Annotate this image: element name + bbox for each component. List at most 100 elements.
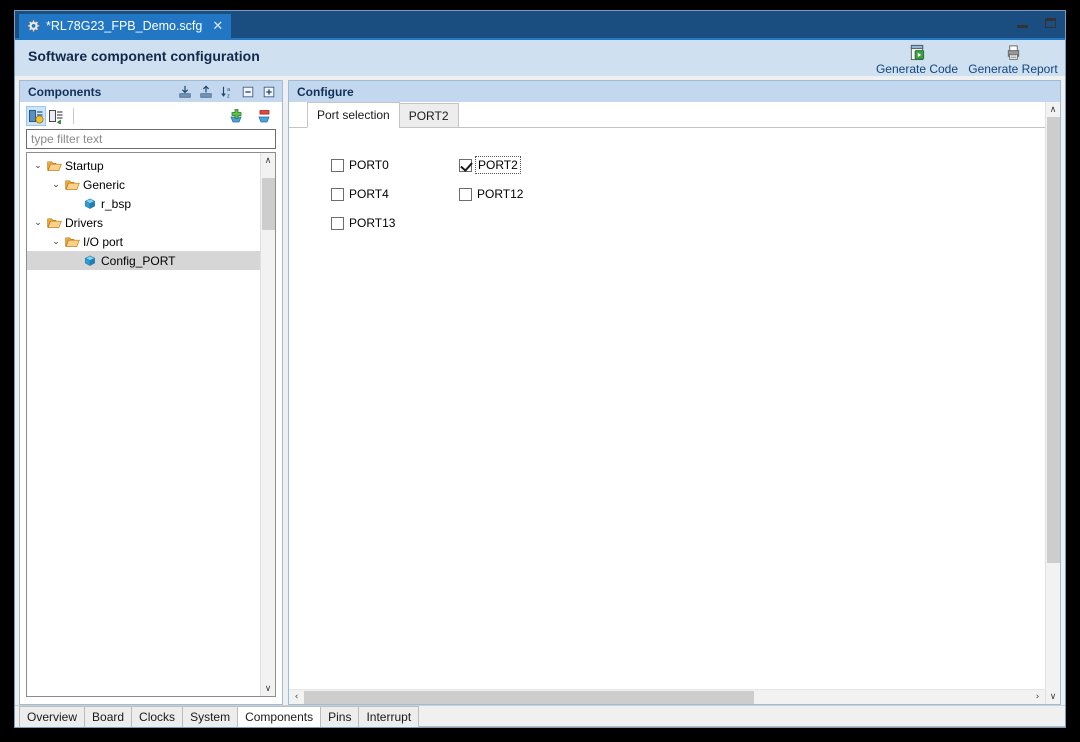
remove-component-icon[interactable] [254, 106, 274, 126]
port-checkbox-grid: PORT0 PORT2 PORT4 PORT12 PORT13 [289, 156, 1045, 230]
checkbox-box[interactable] [459, 158, 472, 172]
configure-vscroll-thumb[interactable] [1046, 117, 1060, 564]
show-hardware-icon[interactable] [46, 106, 66, 126]
svg-text:a: a [227, 87, 231, 93]
generate-code-icon [909, 43, 926, 61]
configure-hscroll-track[interactable] [304, 690, 1030, 705]
tree-scroll-thumb[interactable] [261, 178, 275, 230]
page-tab-interrupt[interactable]: Interrupt [358, 706, 420, 727]
tree-scroll-track[interactable] [261, 168, 276, 681]
scroll-up-icon[interactable]: ∧ [1046, 102, 1061, 117]
page-tab-pins[interactable]: Pins [320, 706, 360, 727]
checkbox-port12[interactable]: PORT12 [459, 187, 523, 201]
checkbox-label: PORT4 [349, 187, 389, 201]
configure-body: Port selection PORT2 PORT0 PORT2 PORT4 PORT1… [289, 102, 1060, 704]
configure-tab-port-selection[interactable]: Port selection [307, 102, 400, 128]
checkbox-label: PORT13 [349, 216, 396, 230]
checkbox-box[interactable] [331, 187, 344, 201]
generate-report-label: Generate Report [968, 62, 1058, 76]
generate-code-label: Generate Code [875, 62, 959, 76]
page-tab-board[interactable]: Board [84, 706, 133, 727]
tree-item-label: Drivers [65, 215, 103, 230]
svg-text:z: z [227, 93, 230, 99]
checkbox-port0[interactable]: PORT0 [331, 158, 389, 172]
checkbox-label: PORT0 [349, 158, 389, 172]
tree-item-label: I/O port [83, 234, 124, 249]
components-view-title: Components [28, 84, 102, 99]
component-icon [81, 197, 99, 210]
collapse-all-icon[interactable] [240, 84, 256, 100]
checkbox-box[interactable] [331, 216, 344, 230]
header-actions: Generate Code Generate Report [869, 41, 1061, 76]
page-tab-components[interactable]: Components [237, 706, 322, 727]
maximize-icon[interactable] [1041, 15, 1059, 31]
checkbox-port4[interactable]: PORT4 [331, 187, 389, 201]
components-view-header: Components a z [20, 81, 282, 102]
tree-item-i-o-port[interactable]: ⌄ I/O port [27, 232, 260, 251]
components-tree-container: ⌄ Startup ⌄ Generic r_bsp ⌄ Drivers ⌄ I/O port Co… [26, 152, 276, 697]
scroll-down-icon[interactable]: ∨ [1046, 689, 1061, 704]
components-view: Components a z type filter text ⌄ Startu… [19, 80, 283, 705]
scroll-up-icon[interactable]: ∧ [261, 153, 276, 168]
page-tab-system[interactable]: System [182, 706, 239, 727]
scroll-left-icon[interactable]: ‹ [289, 690, 304, 705]
close-icon[interactable]: ✕ [212, 20, 223, 33]
generate-code-button[interactable]: Generate Code [869, 41, 965, 76]
configure-tab-port2[interactable]: PORT2 [398, 103, 459, 128]
import-icon[interactable] [177, 84, 193, 100]
page-tab-bar: Overview Board Clocks System Components Pins I… [15, 705, 1065, 727]
chevron-down-icon[interactable]: ⌄ [49, 237, 63, 247]
tree-item-drivers[interactable]: ⌄ Drivers [27, 213, 260, 232]
configure-scroll-area: Port selection PORT2 PORT0 PORT2 PORT4 PORT1… [289, 102, 1045, 689]
tree-item-startup[interactable]: ⌄ Startup [27, 156, 260, 175]
configure-view-title: Configure [289, 81, 1060, 102]
configure-horizontal-scrollbar[interactable]: ‹ › [289, 689, 1045, 704]
scroll-right-icon[interactable]: › [1030, 690, 1045, 705]
page-tab-overview[interactable]: Overview [19, 706, 86, 727]
filter-input[interactable] [26, 129, 276, 149]
configure-main: Port selection PORT2 PORT0 PORT2 PORT4 PORT1… [289, 102, 1045, 704]
checkbox-port2[interactable]: PORT2 [459, 156, 521, 174]
scroll-down-icon[interactable]: ∨ [261, 681, 276, 696]
tree-item-generic[interactable]: ⌄ Generic [27, 175, 260, 194]
folder-icon [45, 159, 63, 172]
export-icon[interactable] [198, 84, 214, 100]
component-icon [81, 254, 99, 267]
tree-item-config-port[interactable]: Config_PORT [27, 251, 260, 270]
filter-container [20, 129, 282, 152]
checkbox-label: PORT2 [475, 156, 521, 174]
configure-vscroll-track[interactable] [1046, 117, 1061, 689]
add-component-icon[interactable] [226, 106, 246, 126]
editor-tab-strip: *RL78G23_FPB_Demo.scfg ✕ [15, 11, 1065, 38]
generate-report-button[interactable]: Generate Report [965, 41, 1061, 76]
sort-az-icon[interactable]: a z [219, 84, 235, 100]
editor-tab-scfg[interactable]: *RL78G23_FPB_Demo.scfg ✕ [19, 14, 232, 38]
folder-icon [45, 216, 63, 229]
tree-item-label: r_bsp [101, 196, 132, 211]
page-header: Software component configuration Generat… [15, 38, 1065, 76]
components-toolbar [20, 102, 282, 129]
checkbox-port13[interactable]: PORT13 [331, 216, 395, 230]
page-tab-clocks[interactable]: Clocks [131, 706, 184, 727]
checkbox-label: PORT12 [477, 187, 524, 201]
chevron-down-icon[interactable]: ⌄ [31, 218, 45, 228]
tree-item-label: Generic [83, 177, 126, 192]
minimize-icon[interactable] [1013, 15, 1031, 31]
application-window: *RL78G23_FPB_Demo.scfg ✕ Software compon… [14, 10, 1066, 728]
chevron-down-icon[interactable]: ⌄ [49, 180, 63, 190]
gear-icon [26, 19, 40, 33]
checkbox-box[interactable] [459, 187, 472, 201]
tree-vertical-scrollbar[interactable]: ∧ ∨ [260, 153, 275, 696]
tree-item-r-bsp[interactable]: r_bsp [27, 194, 260, 213]
page-title: Software component configuration [28, 48, 260, 64]
show-components-icon[interactable] [26, 105, 46, 126]
toolbar-separator [73, 107, 74, 124]
body-split: Components a z type filter text ⌄ Startu… [15, 76, 1065, 705]
chevron-down-icon[interactable]: ⌄ [31, 161, 45, 171]
checkbox-box[interactable] [331, 158, 344, 172]
configure-vertical-scrollbar[interactable]: ∧ ∨ [1045, 102, 1060, 704]
components-tree[interactable]: ⌄ Startup ⌄ Generic r_bsp ⌄ Drivers ⌄ I/O port Co… [27, 153, 260, 696]
folder-icon [63, 235, 81, 248]
configure-hscroll-thumb[interactable] [304, 690, 755, 704]
expand-all-icon[interactable] [261, 84, 277, 100]
